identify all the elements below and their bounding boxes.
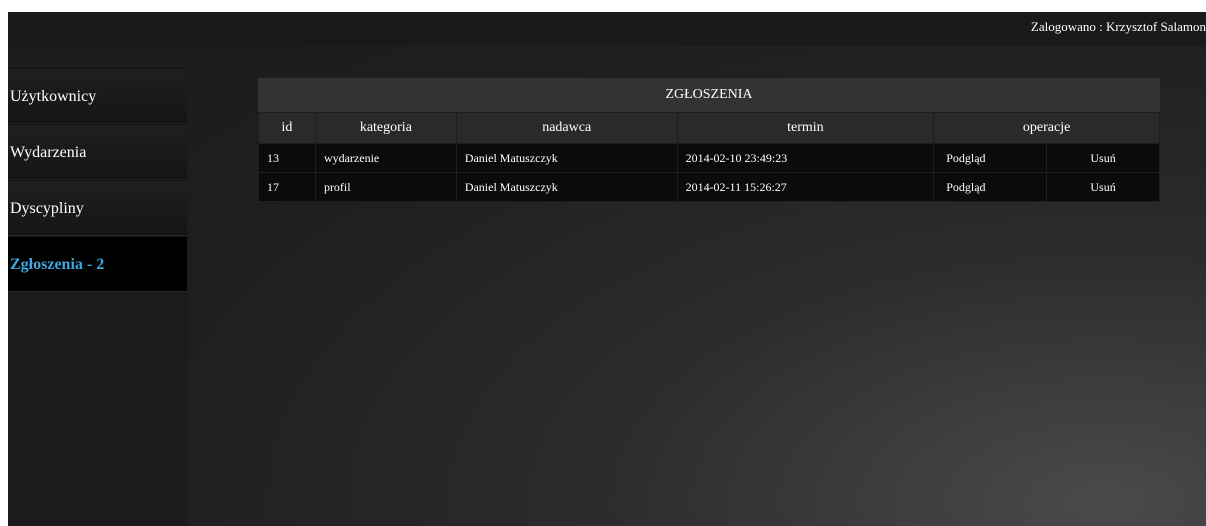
table-row: 17 profil Daniel Matuszczyk 2014-02-11 1… bbox=[258, 172, 1160, 202]
cell-sender: Daniel Matuszczyk bbox=[455, 172, 678, 202]
sidebar-item-events[interactable]: Wydarzenia bbox=[8, 124, 187, 180]
table-title: ZGŁOSZENIA bbox=[258, 78, 1160, 112]
cell-id: 13 bbox=[258, 143, 316, 173]
sidebar-item-disciplines[interactable]: Dyscypliny bbox=[8, 180, 187, 236]
sidebar: Użytkownicy Wydarzenia Dyscypliny Zgłosz… bbox=[8, 68, 187, 526]
top-bar: Zalogowano : Krzysztof Salamon bbox=[8, 12, 1206, 46]
preview-link[interactable]: Podgląd bbox=[933, 172, 1048, 202]
sidebar-item-label: Dyscypliny bbox=[10, 200, 84, 217]
preview-link[interactable]: Podgląd bbox=[933, 143, 1048, 173]
column-header-operations: operacje bbox=[933, 112, 1160, 144]
cell-category: profil bbox=[314, 172, 457, 202]
logged-in-user: Zalogowano : Krzysztof Salamon bbox=[1030, 19, 1206, 34]
table-header-row: id kategoria nadawca termin operacje bbox=[258, 112, 1160, 144]
main-content: ZGŁOSZENIA id kategoria nadawca termin o… bbox=[188, 46, 1206, 526]
sidebar-item-users[interactable]: Użytkownicy bbox=[8, 68, 187, 124]
column-header-sender: nadawca bbox=[455, 112, 678, 144]
column-header-category: kategoria bbox=[314, 112, 457, 144]
sidebar-item-label: Użytkownicy bbox=[10, 88, 97, 105]
sidebar-item-label: Zgłoszenia - 2 bbox=[10, 256, 105, 273]
cell-id: 17 bbox=[258, 172, 316, 202]
column-header-date: termin bbox=[676, 112, 935, 144]
sidebar-item-label: Wydarzenia bbox=[10, 144, 87, 161]
sidebar-item-reports[interactable]: Zgłoszenia - 2 bbox=[8, 236, 187, 292]
column-header-id: id bbox=[258, 112, 316, 144]
delete-link[interactable]: Usuń bbox=[1046, 143, 1160, 173]
cell-sender: Daniel Matuszczyk bbox=[455, 143, 678, 173]
table-row: 13 wydarzenie Daniel Matuszczyk 2014-02-… bbox=[258, 143, 1160, 173]
cell-date: 2014-02-11 15:26:27 bbox=[676, 172, 935, 202]
cell-date: 2014-02-10 23:49:23 bbox=[676, 143, 935, 173]
app-page: Zalogowano : Krzysztof Salamon Użytkowni… bbox=[8, 12, 1206, 526]
cell-category: wydarzenie bbox=[314, 143, 457, 173]
reports-table: ZGŁOSZENIA id kategoria nadawca termin o… bbox=[258, 78, 1160, 202]
delete-link[interactable]: Usuń bbox=[1046, 172, 1160, 202]
